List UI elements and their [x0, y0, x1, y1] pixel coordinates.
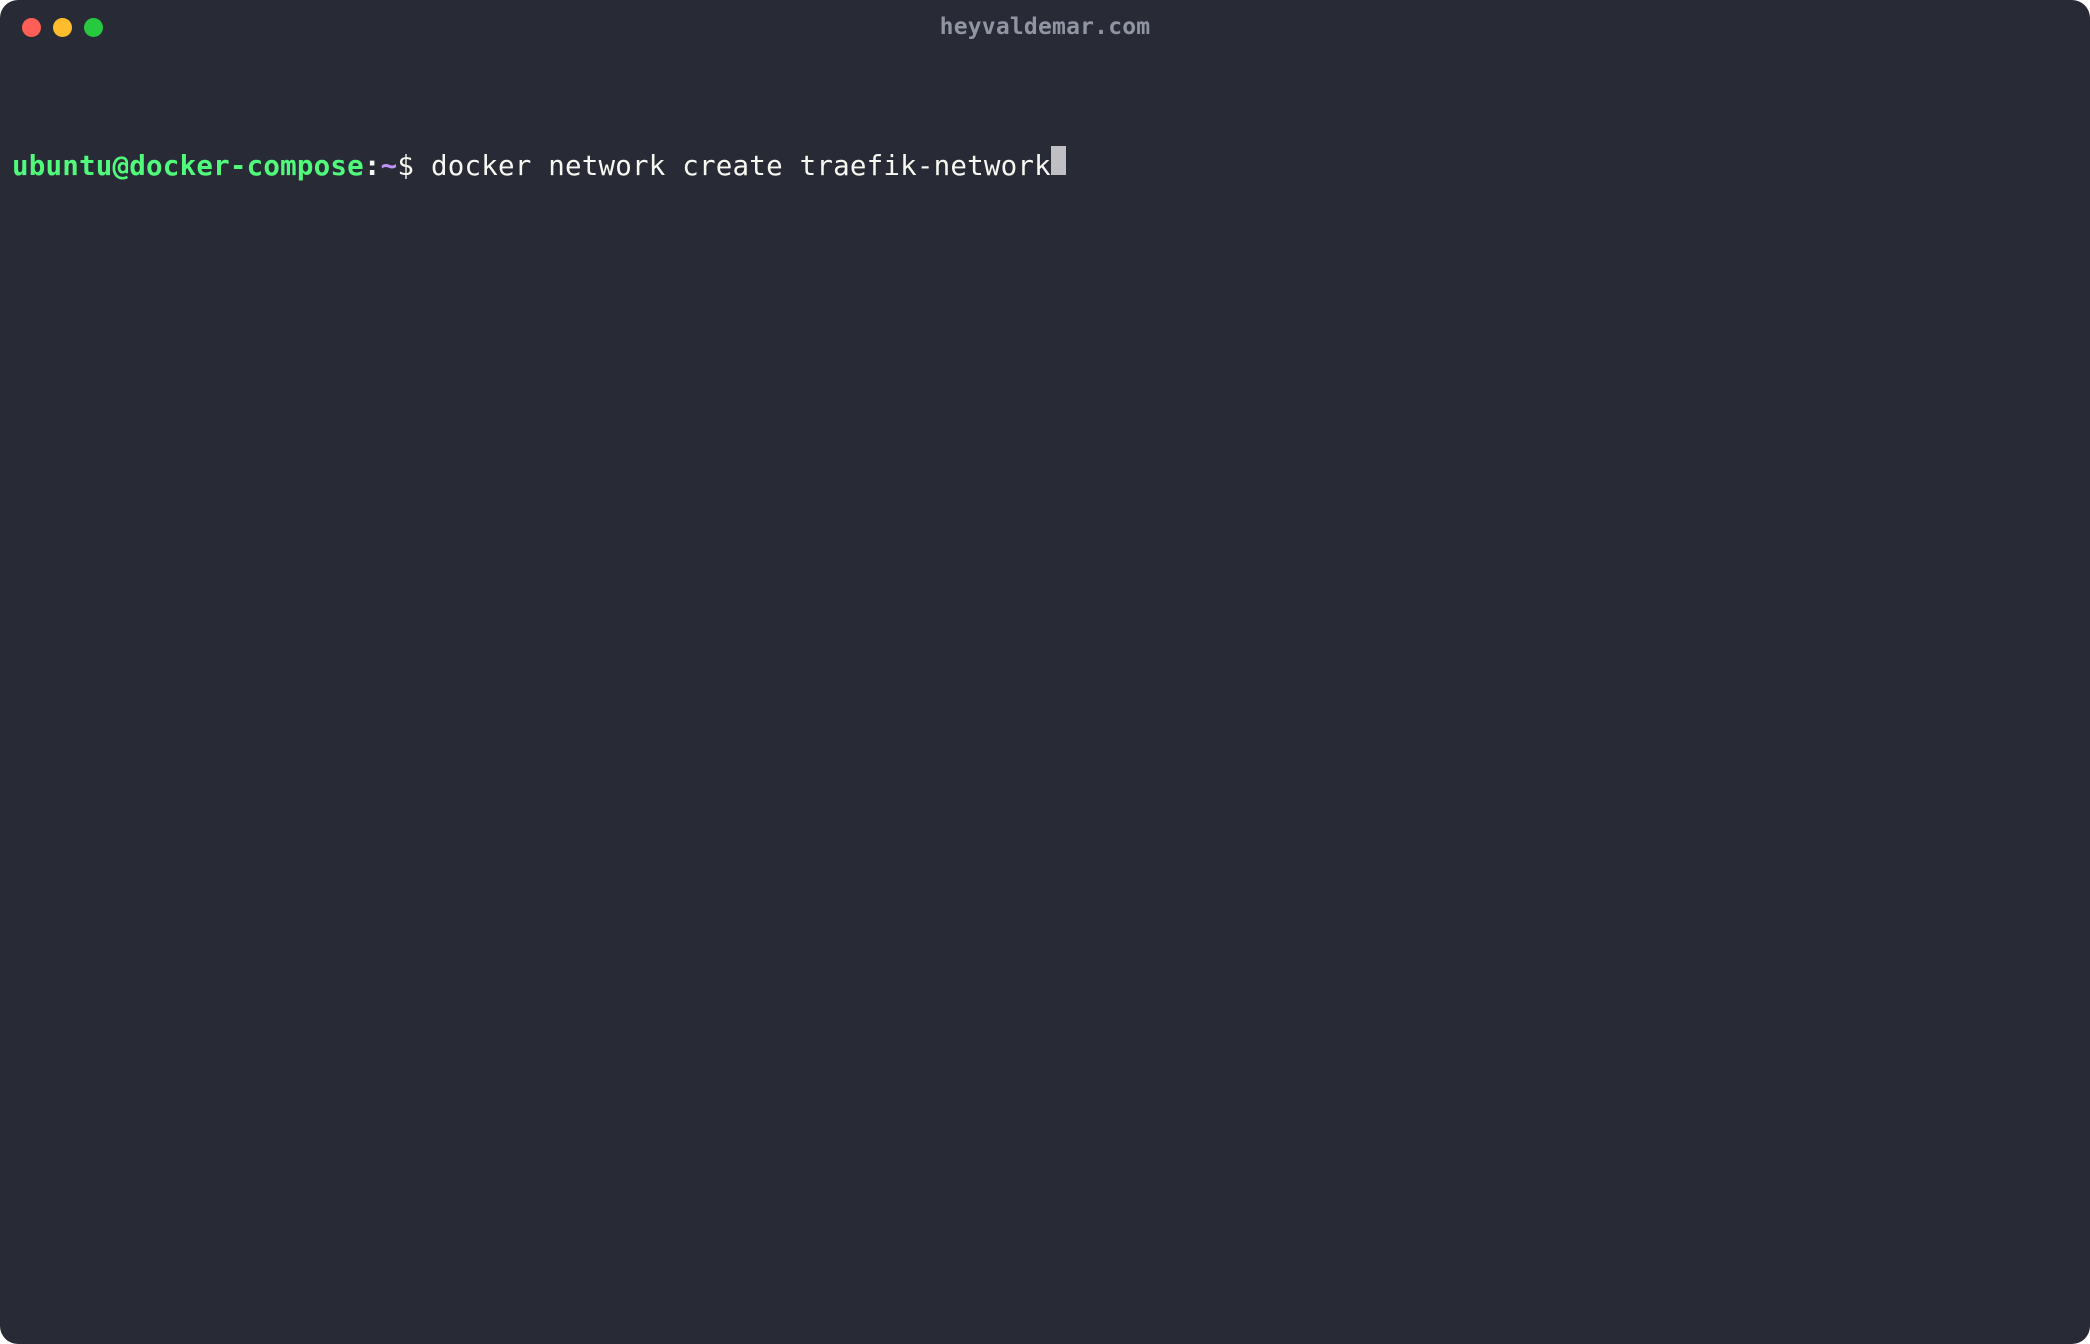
prompt-line: ubuntu@docker-compose:~$ docker network … — [12, 146, 2078, 185]
prompt-user-host: ubuntu@docker-compose — [12, 148, 364, 185]
titlebar: heyvaldemar.com — [0, 0, 2090, 54]
command-input[interactable]: docker network create traefik-network — [431, 148, 1051, 185]
prompt-path: ~ — [381, 148, 398, 185]
window-title: heyvaldemar.com — [940, 14, 1151, 40]
minimize-icon[interactable] — [53, 18, 72, 37]
close-icon[interactable] — [22, 18, 41, 37]
terminal-body[interactable]: ubuntu@docker-compose:~$ docker network … — [0, 54, 2090, 1344]
traffic-lights — [22, 18, 103, 37]
maximize-icon[interactable] — [84, 18, 103, 37]
prompt-symbol: $ — [397, 148, 431, 185]
prompt-colon: : — [364, 148, 381, 185]
cursor-icon — [1051, 146, 1066, 175]
terminal-window: heyvaldemar.com ubuntu@docker-compose:~$… — [0, 0, 2090, 1344]
